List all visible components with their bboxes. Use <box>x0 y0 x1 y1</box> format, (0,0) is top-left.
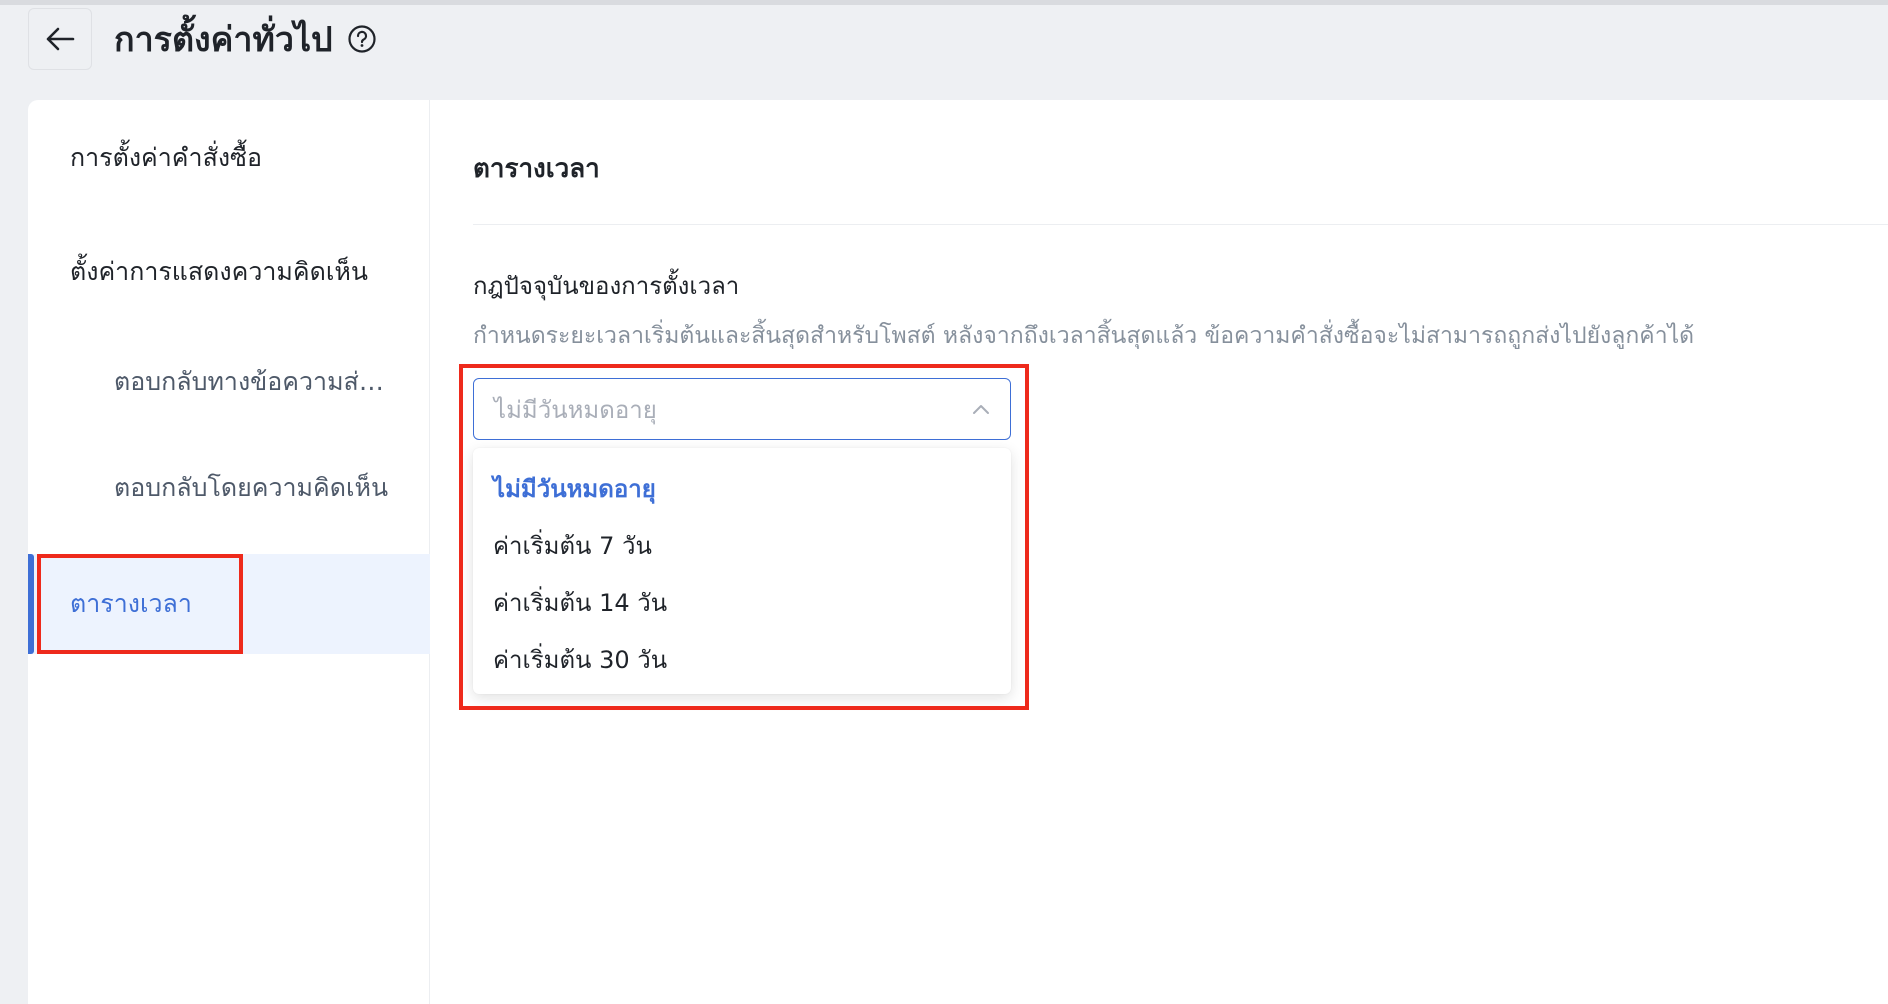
question-circle-icon <box>348 25 376 53</box>
section-divider <box>473 224 1888 225</box>
option-30-days[interactable]: ค่าเริ่มต้น 30 วัน <box>473 631 1011 688</box>
sidebar-item-comment-settings[interactable]: ตั้งค่าการแสดงความคิดเห็น <box>28 222 430 322</box>
settings-sidebar: การตั้งค่าคำสั่งซื้อ ตั้งค่าการแสดงความค… <box>28 100 430 1004</box>
expiry-dropdown-menu: ไม่มีวันหมดอายุ ค่าเริ่มต้น 7 วัน ค่าเริ… <box>473 448 1011 694</box>
sidebar-item-label: ตอบกลับทางข้อความส่วนตัว <box>114 367 386 396</box>
option-7-days[interactable]: ค่าเริ่มต้น 7 วัน <box>473 517 1011 574</box>
sidebar-item-label: ตารางเวลา <box>70 589 192 618</box>
sidebar-item-comment-reply[interactable]: ตอบกลับโดยความคิดเห็น <box>28 438 430 538</box>
back-button[interactable] <box>28 8 92 70</box>
top-divider <box>0 0 1888 5</box>
sidebar-item-order-settings[interactable]: การตั้งค่าคำสั่งซื้อ <box>28 108 430 208</box>
select-placeholder: ไม่มีวันหมดอายุ <box>494 395 657 424</box>
sidebar-item-private-message-reply[interactable]: ตอบกลับทางข้อความส่วนตัว <box>28 332 430 432</box>
option-no-expiry[interactable]: ไม่มีวันหมดอายุ <box>473 460 1011 517</box>
active-indicator <box>28 554 34 654</box>
expiry-select[interactable]: ไม่มีวันหมดอายุ <box>473 378 1011 440</box>
field-description: กำหนดระยะเวลาเริ่มต้นและสิ้นสุดสำหรับโพส… <box>473 323 1695 349</box>
option-14-days[interactable]: ค่าเริ่มต้น 14 วัน <box>473 574 1011 631</box>
section-title: ตารางเวลา <box>473 154 600 184</box>
help-button[interactable] <box>347 24 377 54</box>
select-toggle[interactable] <box>972 403 990 415</box>
page-header: การตั้งค่าทั่วไป <box>28 8 377 70</box>
page-title: การตั้งค่าทั่วไป <box>114 20 333 60</box>
arrow-left-icon <box>46 27 75 51</box>
settings-card: การตั้งค่าคำสั่งซื้อ ตั้งค่าการแสดงความค… <box>28 100 1888 1004</box>
settings-content: ตารางเวลา กฎปัจจุบันของการตั้งเวลา กำหนด… <box>431 100 1888 1004</box>
sidebar-item-schedule[interactable]: ตารางเวลา <box>28 554 430 654</box>
sidebar-item-label: ตอบกลับโดยความคิดเห็น <box>114 473 389 502</box>
chevron-up-icon <box>973 405 989 414</box>
sidebar-item-label: ตั้งค่าการแสดงความคิดเห็น <box>70 257 368 286</box>
sidebar-item-label: การตั้งค่าคำสั่งซื้อ <box>70 143 263 172</box>
field-label: กฎปัจจุบันของการตั้งเวลา <box>473 272 740 300</box>
